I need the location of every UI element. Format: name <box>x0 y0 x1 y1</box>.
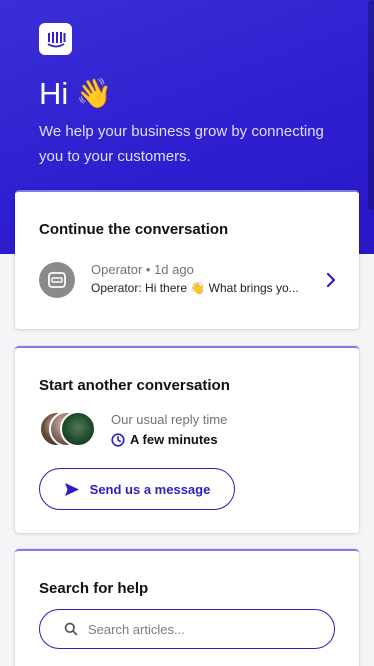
tagline: We help your business grow by connecting… <box>39 123 324 165</box>
reply-time-label: Our usual reply time <box>111 412 228 427</box>
conversation-row[interactable]: Operator • 1d ago Operator: Hi there 👋 W… <box>15 254 359 314</box>
send-icon <box>64 482 79 496</box>
search-input[interactable] <box>88 621 308 637</box>
search-box[interactable] <box>39 609 335 649</box>
search-icon <box>64 622 78 636</box>
search-help-card: Search for help <box>15 549 359 666</box>
greeting: Hi 👋 <box>39 75 112 113</box>
card-title: Search for help <box>39 580 149 597</box>
reply-time: A few minutes <box>111 432 218 447</box>
scrollbar[interactable] <box>368 0 374 210</box>
continue-conversation-card: Continue the conversation Operator • 1d … <box>15 190 359 329</box>
start-conversation-card: Start another conversation Our usual rep… <box>15 346 359 533</box>
send-message-button[interactable]: Send us a message <box>39 468 235 510</box>
reply-time-value: A few minutes <box>130 432 218 447</box>
team-avatars <box>39 411 99 449</box>
chevron-right-icon[interactable] <box>324 272 338 288</box>
conversation-preview: Operator: Hi there 👋 What brings yo... <box>91 281 299 295</box>
send-message-label: Send us a message <box>89 481 211 497</box>
greeting-text: Hi <box>39 76 69 111</box>
operator-icon <box>39 262 75 298</box>
card-title: Continue the conversation <box>39 221 229 238</box>
conversation-meta: Operator • 1d ago <box>91 262 194 277</box>
card-title: Start another conversation <box>39 377 230 394</box>
intercom-logo-icon <box>39 23 72 55</box>
wave-emoji: 👋 <box>76 77 113 110</box>
clock-icon <box>111 432 125 447</box>
avatar <box>60 411 96 447</box>
